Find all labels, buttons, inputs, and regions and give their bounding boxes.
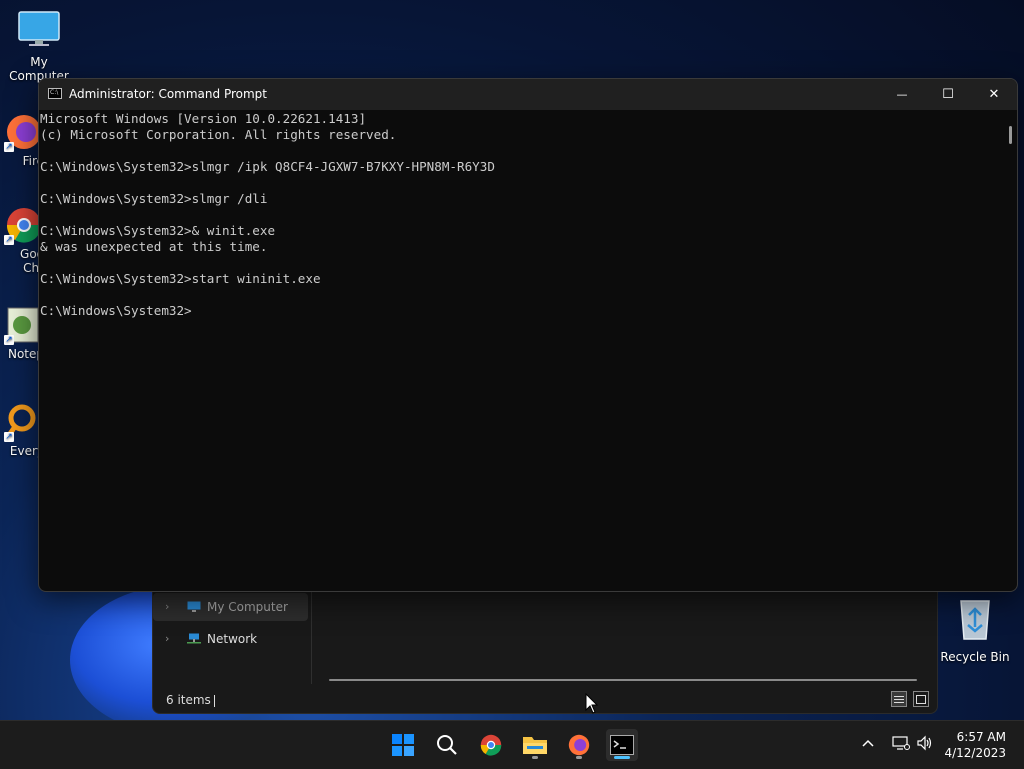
volume-button[interactable] xyxy=(916,735,934,754)
nav-item-label: My Computer xyxy=(207,600,288,614)
tiles-view-icon xyxy=(916,695,926,704)
title-bar[interactable]: C:\ Administrator: Command Prompt — ☐ ✕ xyxy=(39,79,1017,110)
taskbar-file-explorer[interactable] xyxy=(519,729,551,761)
desktop-icon-recycle-bin[interactable]: Recycle Bin xyxy=(937,597,1013,664)
active-indicator xyxy=(614,756,630,759)
nav-item-label: Network xyxy=(207,632,258,646)
navigation-pane: › My Computer › Network xyxy=(153,589,312,684)
file-explorer-window[interactable]: › My Computer › Network 6 items xyxy=(152,588,938,714)
clock[interactable]: 6:57 AM 4/12/2023 xyxy=(944,729,1006,761)
chevron-up-icon xyxy=(862,739,874,747)
shortcut-arrow-icon: ↗ xyxy=(4,432,14,442)
console-line: C:\Windows\System32> xyxy=(40,303,192,318)
vertical-scrollbar[interactable] xyxy=(1009,126,1012,144)
chrome-icon xyxy=(480,734,502,756)
clock-time: 6:57 AM xyxy=(956,730,1006,744)
command-prompt-window[interactable]: C:\ Administrator: Command Prompt — ☐ ✕ … xyxy=(38,78,1018,592)
console-line: (c) Microsoft Corporation. All rights re… xyxy=(40,127,397,142)
volume-icon xyxy=(917,735,932,751)
console-line: C:\Windows\System32>start wininit.exe xyxy=(40,271,321,286)
shortcut-arrow-icon: ↗ xyxy=(4,142,14,152)
network-icon xyxy=(892,736,910,750)
nav-item-my-computer[interactable]: › My Computer xyxy=(153,593,308,621)
console-line: C:\Windows\System32>slmgr /ipk Q8CF4-JGX… xyxy=(40,159,495,174)
taskbar-firefox[interactable] xyxy=(563,729,595,761)
recycle-bin-icon xyxy=(955,597,995,641)
monitor-icon xyxy=(187,601,201,612)
search-icon xyxy=(437,735,457,755)
firefox-icon xyxy=(568,734,590,756)
chevron-right-icon[interactable]: › xyxy=(165,593,169,621)
shortcut-arrow-icon: ↗ xyxy=(4,335,14,345)
console-output[interactable]: Microsoft Windows [Version 10.0.22621.14… xyxy=(40,110,1001,591)
console-line: Microsoft Windows [Version 10.0.22621.14… xyxy=(40,111,367,126)
status-divider xyxy=(214,695,215,707)
file-explorer-icon xyxy=(523,737,547,754)
network-status-button[interactable] xyxy=(892,735,910,754)
console-line: & was unexpected at this time. xyxy=(40,239,268,254)
desktop-icon-my-computer[interactable]: My Computer xyxy=(1,10,77,83)
command-prompt-icon: C:\ xyxy=(48,88,62,99)
details-view-button[interactable] xyxy=(891,691,907,707)
start-button[interactable] xyxy=(387,729,419,761)
desktop-icon-label: Recycle Bin xyxy=(940,650,1010,664)
taskbar: 6:57 AM 4/12/2023 xyxy=(0,720,1024,769)
window-title: Administrator: Command Prompt xyxy=(69,87,267,101)
shortcut-arrow-icon: ↗ xyxy=(4,235,14,245)
show-hidden-icons-button[interactable] xyxy=(860,735,876,754)
command-prompt-icon xyxy=(610,735,634,755)
taskbar-chrome[interactable] xyxy=(475,729,507,761)
monitor-icon xyxy=(17,10,61,48)
status-item-count: 6 items xyxy=(166,693,211,707)
nav-item-network[interactable]: › Network xyxy=(153,625,308,653)
running-indicator xyxy=(576,756,582,759)
clock-date: 4/12/2023 xyxy=(944,746,1006,760)
horizontal-scrollbar[interactable] xyxy=(329,679,917,681)
tiles-view-button[interactable] xyxy=(913,691,929,707)
chevron-right-icon[interactable]: › xyxy=(165,625,169,653)
start-icon xyxy=(392,734,414,756)
running-indicator xyxy=(532,756,538,759)
network-icon xyxy=(187,633,201,644)
mouse-cursor-icon xyxy=(585,693,599,714)
details-view-icon xyxy=(894,696,904,703)
console-line: C:\Windows\System32>slmgr /dli xyxy=(40,191,268,206)
console-line: C:\Windows\System32>& winit.exe xyxy=(40,223,276,238)
maximize-button[interactable]: ☐ xyxy=(925,79,971,110)
search-button[interactable] xyxy=(431,729,463,761)
minimize-button[interactable]: — xyxy=(879,79,925,110)
taskbar-command-prompt[interactable] xyxy=(606,729,638,761)
close-button[interactable]: ✕ xyxy=(971,79,1017,110)
